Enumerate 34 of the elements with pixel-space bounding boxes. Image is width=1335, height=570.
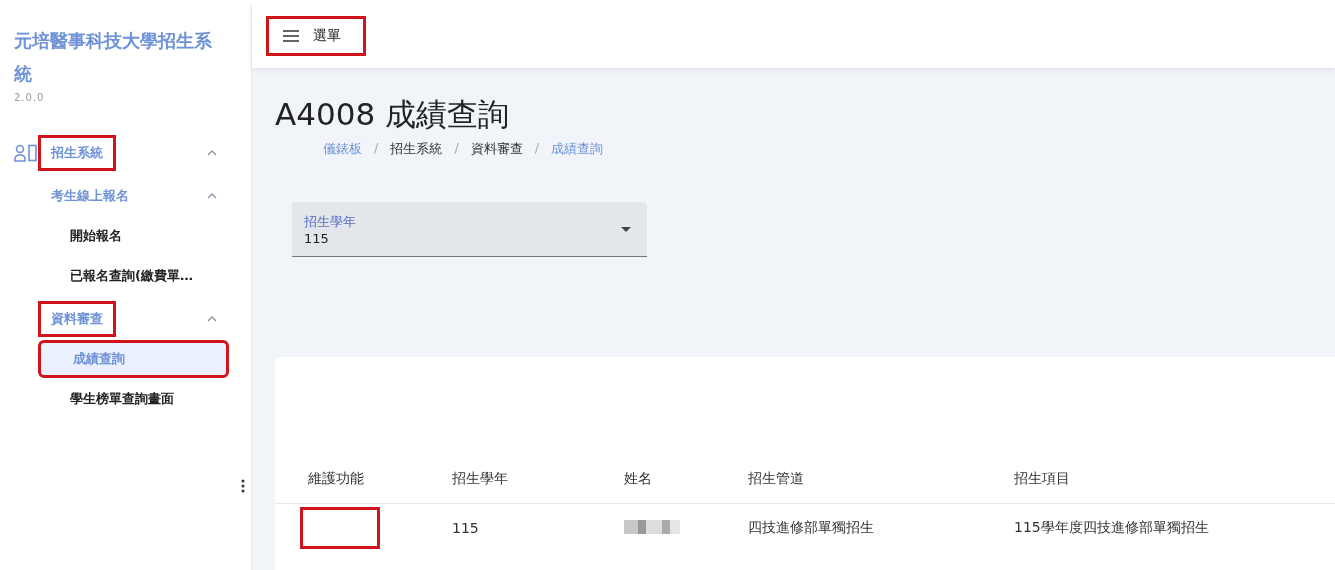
column-header: 維護功能	[275, 455, 452, 504]
breadcrumb-separator: /	[454, 140, 459, 157]
page-title: A4008 成績查詢	[275, 95, 510, 134]
app-title: 元培醫事科技大學招生系統	[14, 29, 213, 86]
resize-handle-icon[interactable]	[241, 479, 245, 493]
menu-item[interactable]: 已報名查詢(繳費單…	[38, 257, 229, 295]
menu-item[interactable]: 成績查詢	[38, 340, 229, 378]
person-icon	[14, 143, 38, 162]
breadcrumb-text: 資料審查	[470, 140, 523, 158]
breadcrumb-separator: /	[534, 140, 540, 157]
dropdown-arrow-icon	[621, 226, 631, 232]
menu-item[interactable]: 開始報名	[38, 217, 229, 255]
breadcrumb-text: 招生系統	[390, 140, 443, 158]
breadcrumb-separator: /	[374, 140, 379, 157]
menu-icon	[283, 30, 299, 42]
version-label: 2.0.0	[14, 92, 46, 103]
menu-group[interactable]: 資料審查	[38, 300, 116, 337]
menu-group[interactable]: 招生系統	[38, 134, 116, 171]
breadcrumb-link[interactable]: 儀錶板	[323, 140, 362, 158]
table-cell: 115學年度四技進修部單獨招生	[1014, 503, 1335, 552]
menu-group[interactable]: 考生線上報名	[38, 177, 142, 214]
column-header: 招生管道	[748, 455, 1014, 504]
menu-button[interactable]: 選單	[266, 16, 366, 56]
year-select[interactable]: 招生學年 115	[292, 202, 647, 257]
column-header: 招生項目	[1014, 455, 1335, 504]
chevron-up-icon[interactable]	[207, 315, 217, 322]
table-cell: 115	[452, 503, 624, 552]
menu-item[interactable]: 學生榜單查詢畫面	[38, 380, 229, 418]
column-header: 招生學年	[452, 455, 624, 504]
chevron-up-icon[interactable]	[207, 149, 217, 156]
chevron-up-icon[interactable]	[207, 192, 217, 199]
column-header: 姓名	[624, 455, 748, 504]
breadcrumb-link[interactable]: 成績查詢	[551, 140, 604, 158]
table-cell: 四技進修部單獨招生	[748, 503, 1014, 552]
